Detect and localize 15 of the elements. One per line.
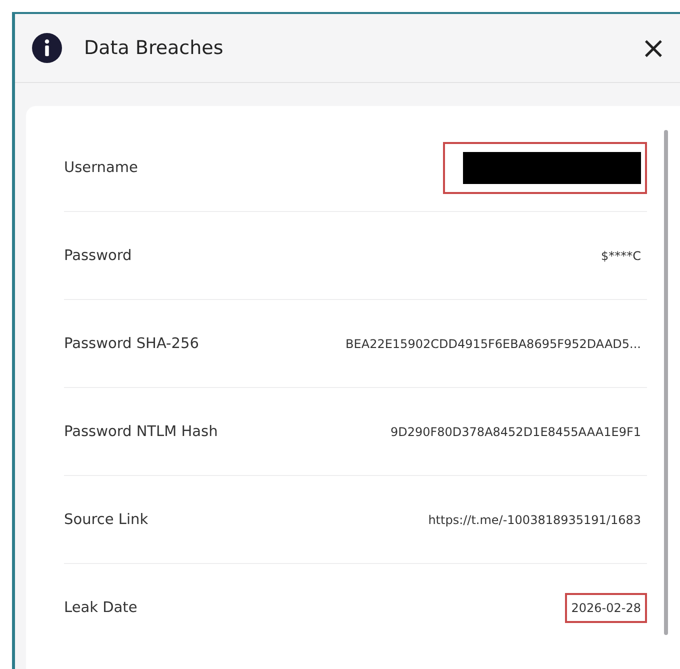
field-label: Password SHA-256 [64, 336, 199, 352]
field-value: https://t.me/-1003818935191/1683 [428, 512, 641, 526]
field-label: Leak Date [64, 600, 138, 616]
dialog-title: Data Breaches [84, 37, 224, 59]
field-value: 2026-02-28 [571, 600, 641, 614]
info-icon [32, 33, 62, 63]
field-label: Username [64, 160, 138, 176]
field-label: Source Link [64, 512, 148, 528]
close-button[interactable]: × [636, 30, 670, 66]
field-value: $****C [600, 248, 641, 262]
field-value: 9D290F80D378A8452D1E8455AAA1E9F1 [390, 424, 641, 438]
field-value: BEA22E15902CDD4915F6EBA8695F952DAAD5... [346, 336, 641, 350]
field-label: Password NTLM Hash [64, 424, 218, 440]
field-label: Password [64, 248, 132, 264]
scrollbar[interactable] [664, 130, 668, 635]
